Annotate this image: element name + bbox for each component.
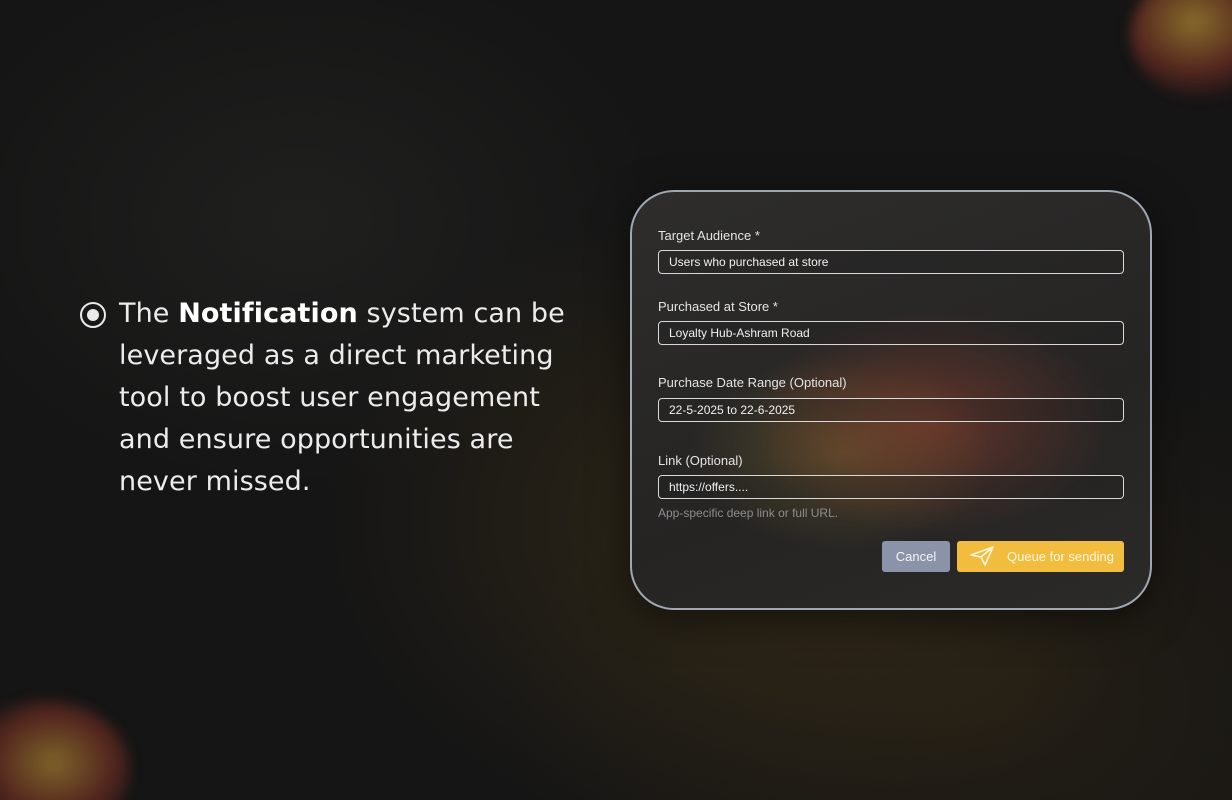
slide: The Notification system can be leveraged… [0, 0, 1232, 800]
paper-plane-icon [970, 546, 994, 566]
purchase-date-range-label: Purchase Date Range (Optional) [658, 375, 847, 390]
link-field[interactable]: https://offers.... [658, 475, 1124, 499]
description-text-before: The [119, 298, 179, 329]
purchased-at-store-label: Purchased at Store * [658, 299, 778, 314]
cancel-button[interactable]: Cancel [882, 541, 950, 572]
radio-bullet-icon [80, 302, 106, 328]
description-highlight: Notification [178, 298, 358, 329]
target-audience-label: Target Audience * [658, 228, 760, 243]
purchased-at-store-field[interactable]: Loyalty Hub-Ashram Road [658, 321, 1124, 345]
queue-for-sending-button[interactable]: Queue for sending [957, 541, 1124, 572]
purchase-date-range-field[interactable]: 22-5-2025 to 22-6-2025 [658, 398, 1124, 422]
queue-button-label: Queue for sending [1007, 549, 1114, 564]
decorative-glow-bottom-left [0, 700, 130, 800]
target-audience-field[interactable]: Users who purchased at store [658, 250, 1124, 274]
decorative-glow-top-right [1130, 0, 1232, 100]
link-help-text: App-specific deep link or full URL. [658, 506, 839, 520]
notification-form-card: Target Audience * Users who purchased at… [630, 190, 1152, 610]
feature-description: The Notification system can be leveraged… [119, 293, 589, 503]
link-label: Link (Optional) [658, 453, 743, 468]
